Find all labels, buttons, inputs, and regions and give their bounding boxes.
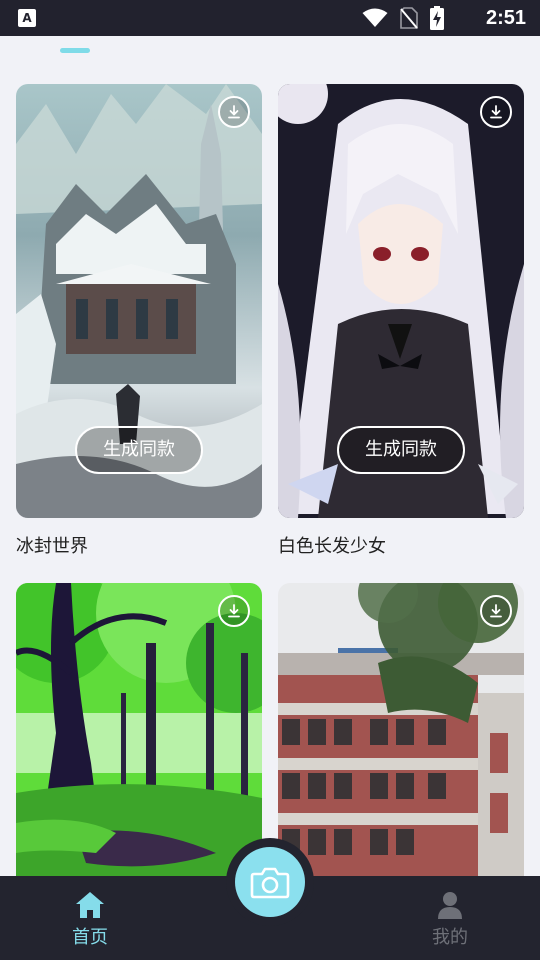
app-notification-icon: A [18,9,36,27]
user-icon [438,892,462,919]
camera-icon [250,867,290,899]
feed-card[interactable]: 生成同款 [278,84,524,518]
wifi-icon [362,8,388,27]
download-button[interactable] [480,595,512,627]
card-image-school-building[interactable] [278,583,524,903]
generate-same-button[interactable]: 生成同款 [75,426,203,474]
status-time: 2:51 [485,7,526,29]
nav-item-mine[interactable]: 我的 [400,876,500,960]
card-title: 冰封世界 [16,536,88,557]
download-button[interactable] [218,595,250,627]
battery-charging-icon [430,6,444,30]
download-icon [490,105,502,119]
nav-label-mine: 我的 [432,927,468,948]
card-image-green-forest[interactable] [16,583,262,903]
feed-card[interactable] [16,583,262,903]
no-sim-icon [400,7,418,29]
download-icon [228,604,240,618]
camera-button[interactable] [235,847,305,917]
feed-card[interactable]: 生成同款 [16,84,262,518]
home-icon [76,892,104,918]
feed-card[interactable] [278,583,524,903]
status-icons [362,6,444,30]
tab-indicator [60,48,90,53]
status-bar: A 2:51 [0,0,540,36]
card-title: 白色长发少女 [278,536,386,557]
download-button[interactable] [218,96,250,128]
nav-item-home[interactable]: 首页 [40,876,140,960]
generate-same-button[interactable]: 生成同款 [337,426,465,474]
nav-label-home: 首页 [72,927,108,948]
download-icon [490,604,502,618]
download-icon [228,105,240,119]
download-button[interactable] [480,96,512,128]
